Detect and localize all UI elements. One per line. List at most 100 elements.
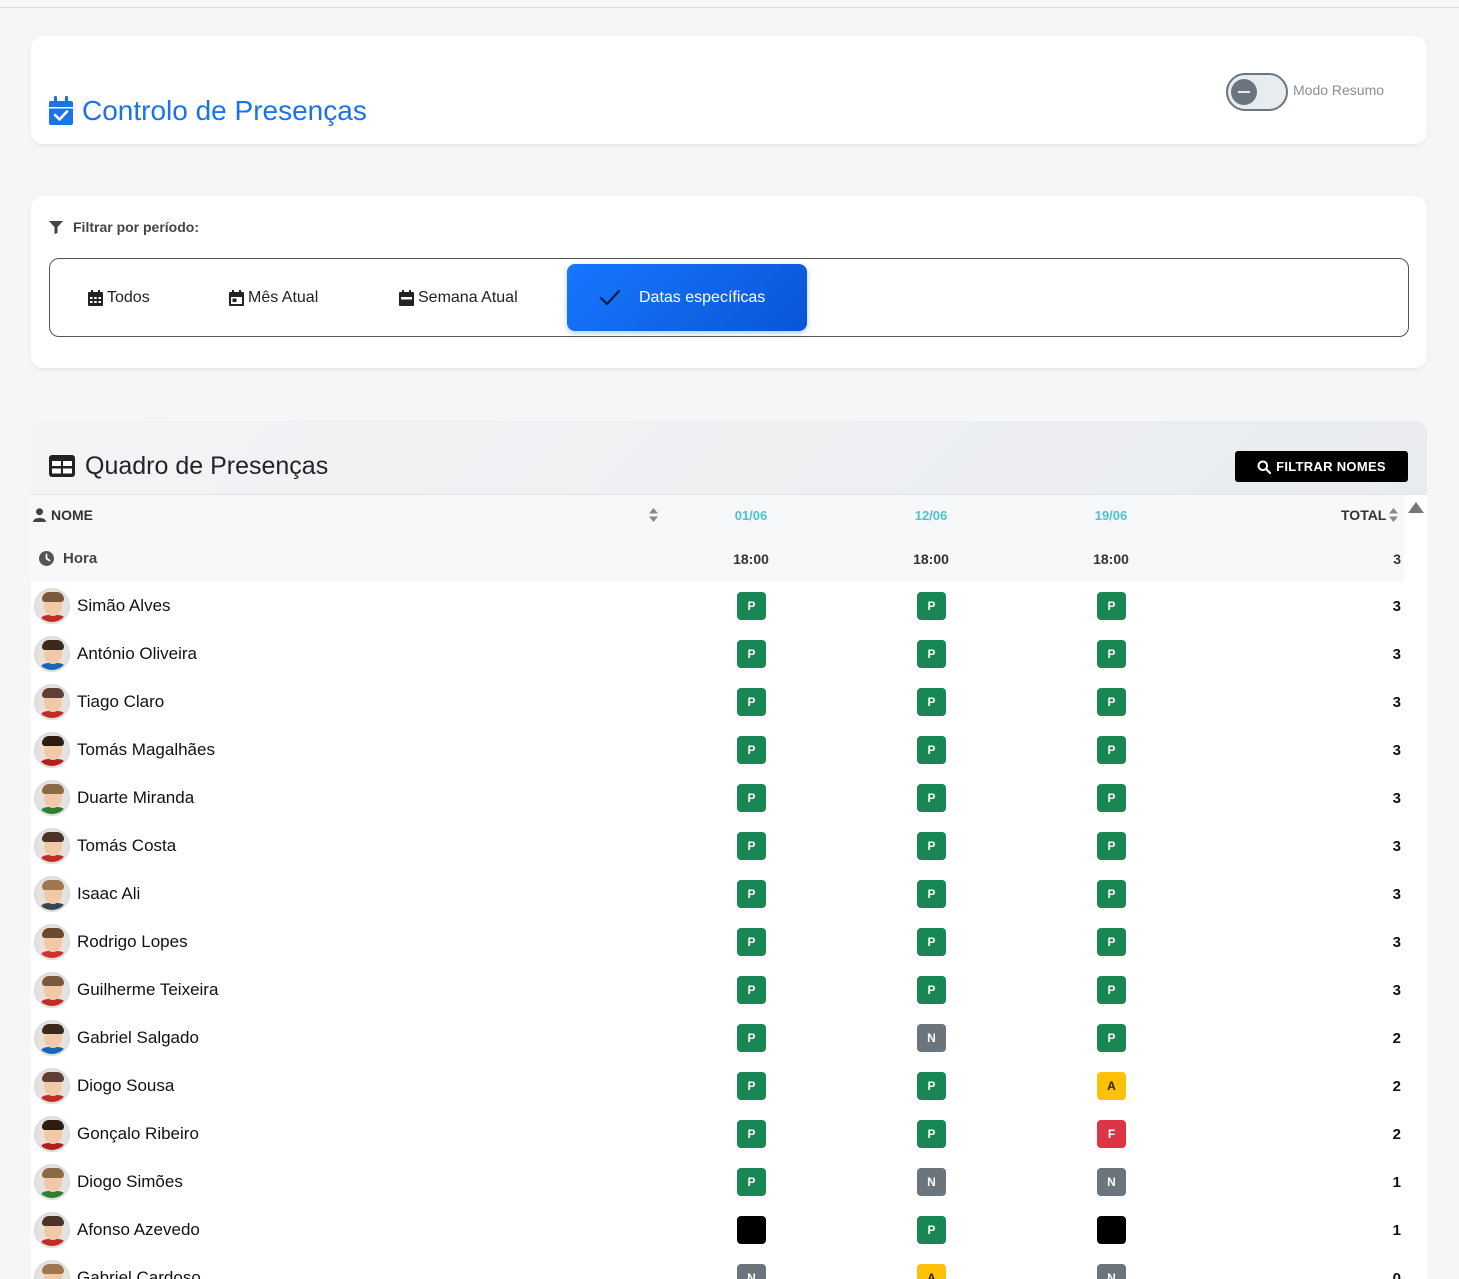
- summary-mode-label: Modo Resumo: [1293, 82, 1385, 98]
- row-total: 3: [1392, 933, 1401, 951]
- attendance-status-badge[interactable]: P: [737, 688, 766, 716]
- table-row: Tomás Costa P P P 3: [31, 822, 1404, 870]
- row-total: 3: [1392, 645, 1401, 663]
- attendance-status-badge[interactable]: P: [737, 736, 766, 764]
- attendance-status-badge[interactable]: P: [737, 976, 766, 1004]
- attendance-status-badge[interactable]: P: [917, 736, 946, 764]
- table-row: Guilherme Teixeira P P P 3: [31, 966, 1404, 1014]
- attendance-status-badge[interactable]: P: [737, 1120, 766, 1148]
- column-header-name[interactable]: NOME: [33, 495, 93, 535]
- attendance-status-badge[interactable]: P: [737, 1168, 766, 1196]
- attendance-status-badge[interactable]: P: [917, 640, 946, 668]
- column-header-total[interactable]: TOTAL: [1341, 495, 1399, 535]
- column-header-date[interactable]: 19/06: [1071, 495, 1151, 535]
- attendance-status-badge[interactable]: P: [1097, 832, 1126, 860]
- attendance-status-badge[interactable]: N: [917, 1168, 946, 1196]
- table-row: Rodrigo Lopes P P P 3: [31, 918, 1404, 966]
- attendance-status-badge[interactable]: P: [1097, 736, 1126, 764]
- attendance-status-badge[interactable]: P: [737, 880, 766, 908]
- period-button-group: Todos Mês Atual Semana Atual Datas espec…: [49, 258, 1409, 337]
- person-name: Tomás Costa: [77, 836, 177, 855]
- user-icon: [33, 508, 46, 522]
- attendance-status-badge[interactable]: N: [737, 1264, 766, 1279]
- attendance-status-badge[interactable]: P: [917, 1120, 946, 1148]
- column-header-date[interactable]: 12/06: [891, 495, 971, 535]
- row-total: 3: [1392, 789, 1401, 807]
- attendance-status-badge[interactable]: P: [917, 976, 946, 1004]
- avatar: [34, 972, 70, 1008]
- header-card: Controlo de Presenças Modo Resumo: [31, 36, 1427, 144]
- sort-icon: [1389, 508, 1399, 522]
- person-name: António Oliveira: [77, 644, 198, 663]
- table-row: Afonso Azevedo P 1: [31, 1206, 1404, 1254]
- table-title: Quadro de Presenças: [49, 451, 328, 481]
- row-total: 3: [1392, 597, 1401, 615]
- person-name: Gabriel Salgado: [77, 1028, 199, 1047]
- hour-time: 18:00: [1093, 550, 1129, 567]
- attendance-status-badge[interactable]: P: [737, 640, 766, 668]
- attendance-status-badge[interactable]: N: [1097, 1264, 1126, 1279]
- sort-icon[interactable]: [649, 508, 658, 522]
- attendance-status-badge[interactable]: A: [917, 1264, 946, 1279]
- calendar-icon: [229, 289, 244, 306]
- attendance-status-badge[interactable]: P: [917, 832, 946, 860]
- table-row: Duarte Miranda P P P 3: [31, 774, 1404, 822]
- table-row: Tiago Claro P P P 3: [31, 678, 1404, 726]
- period-current-month-button[interactable]: Mês Atual: [229, 264, 318, 331]
- attendance-status-badge[interactable]: P: [737, 928, 766, 956]
- hour-row: Hora 18:00 18:00 18:00 3: [31, 535, 1404, 582]
- attendance-status-badge[interactable]: [1097, 1216, 1126, 1244]
- toggle-knob: [1231, 79, 1257, 105]
- period-all-button[interactable]: Todos: [88, 264, 150, 331]
- row-total: 0: [1392, 1269, 1401, 1279]
- attendance-status-badge[interactable]: P: [917, 880, 946, 908]
- row-total: 2: [1392, 1077, 1401, 1095]
- person-name: Duarte Miranda: [77, 788, 195, 807]
- attendance-status-badge[interactable]: P: [917, 928, 946, 956]
- row-total: 1: [1392, 1221, 1401, 1239]
- hour-time: 18:00: [913, 550, 949, 567]
- attendance-status-badge[interactable]: A: [1097, 1072, 1126, 1100]
- avatar: [34, 924, 70, 960]
- page-title: Controlo de Presenças: [48, 94, 367, 128]
- attendance-status-badge[interactable]: P: [737, 784, 766, 812]
- attendance-status-badge[interactable]: [737, 1216, 766, 1244]
- attendance-status-badge[interactable]: P: [1097, 1024, 1126, 1052]
- scroll-up-arrow-icon[interactable]: [1408, 502, 1424, 513]
- attendance-status-badge[interactable]: P: [1097, 976, 1126, 1004]
- attendance-status-badge[interactable]: P: [1097, 640, 1126, 668]
- attendance-status-badge[interactable]: P: [917, 1072, 946, 1100]
- avatar: [34, 1212, 70, 1248]
- filter-names-button[interactable]: FILTRAR NOMES: [1235, 451, 1408, 482]
- attendance-status-badge[interactable]: P: [917, 592, 946, 620]
- table-column-header-row: NOME 01/06 12/06 19/06 TOTAL: [31, 495, 1404, 535]
- period-current-week-button[interactable]: Semana Atual: [399, 264, 518, 331]
- row-total: 3: [1392, 741, 1401, 759]
- attendance-status-badge[interactable]: P: [1097, 592, 1126, 620]
- column-header-date[interactable]: 01/06: [711, 495, 791, 535]
- avatar: [34, 1068, 70, 1104]
- attendance-status-badge[interactable]: N: [1097, 1168, 1126, 1196]
- attendance-status-badge[interactable]: P: [737, 832, 766, 860]
- attendance-status-badge[interactable]: P: [737, 592, 766, 620]
- attendance-status-badge[interactable]: N: [917, 1024, 946, 1052]
- search-icon: [1257, 460, 1272, 474]
- attendance-status-badge[interactable]: P: [737, 1024, 766, 1052]
- summary-mode-toggle[interactable]: [1226, 73, 1288, 111]
- attendance-status-badge[interactable]: P: [917, 688, 946, 716]
- attendance-status-badge[interactable]: P: [737, 1072, 766, 1100]
- attendance-status-badge[interactable]: P: [917, 784, 946, 812]
- attendance-status-badge[interactable]: P: [1097, 688, 1126, 716]
- person-name: Isaac Ali: [77, 884, 141, 903]
- attendance-status-badge[interactable]: F: [1097, 1120, 1126, 1148]
- attendance-status-badge[interactable]: P: [1097, 784, 1126, 812]
- attendance-rows: Simão Alves P P P 3 António Oliveira P P P 3 Tiago…: [31, 582, 1404, 1279]
- attendance-status-badge[interactable]: P: [1097, 928, 1126, 956]
- avatar: [34, 780, 70, 816]
- period-specific-dates-button[interactable]: Datas específicas: [567, 264, 807, 331]
- table-row: António Oliveira P P P 3: [31, 630, 1404, 678]
- person-name: Afonso Azevedo: [77, 1220, 200, 1239]
- attendance-status-badge[interactable]: P: [1097, 880, 1126, 908]
- attendance-status-badge[interactable]: P: [917, 1216, 946, 1244]
- table-row: Gabriel Salgado P N P 2: [31, 1014, 1404, 1062]
